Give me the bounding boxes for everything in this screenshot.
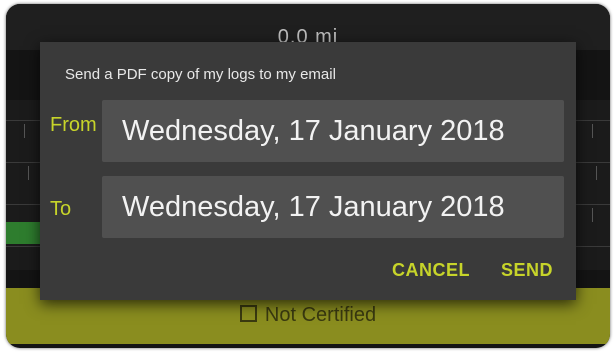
device-screen: 0.0 mi Not Certified Send a PDF copy of …	[6, 4, 610, 348]
certification-label: Not Certified	[264, 304, 377, 326]
to-date-field[interactable]: Wednesday, 17 January 2018	[102, 176, 564, 238]
cancel-button[interactable]: CANCEL	[392, 260, 470, 281]
grid-tick	[24, 124, 25, 138]
send-button[interactable]: SEND	[501, 260, 553, 281]
grid-tick	[28, 166, 29, 180]
from-label: From	[50, 114, 97, 136]
to-label: To	[50, 198, 72, 220]
grid-tick	[592, 124, 593, 138]
checkbox-icon[interactable]	[239, 305, 257, 322]
dialog-title: Send a PDF copy of my logs to my email	[65, 66, 336, 83]
email-logs-dialog: Send a PDF copy of my logs to my email F…	[40, 42, 576, 300]
grid-tick	[596, 166, 597, 180]
from-date-field[interactable]: Wednesday, 17 January 2018	[102, 100, 564, 162]
grid-tick	[592, 208, 593, 222]
certification-status[interactable]: Not Certified	[6, 304, 610, 327]
